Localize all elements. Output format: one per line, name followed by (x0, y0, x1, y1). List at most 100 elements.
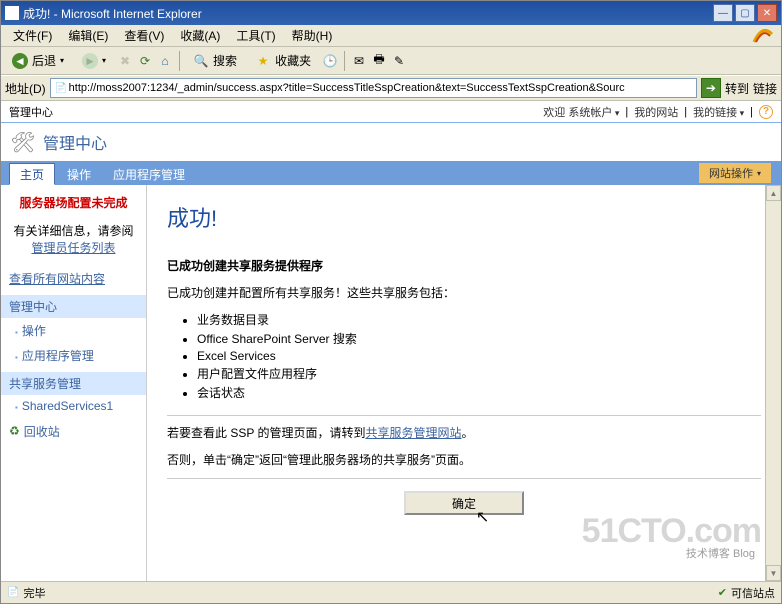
separator (344, 51, 345, 71)
ok-label: 确定 (452, 495, 476, 512)
star-icon: ★ (255, 53, 271, 69)
stop-icon[interactable]: ✖ (117, 53, 133, 69)
edit-icon[interactable]: ✎ (391, 53, 407, 69)
url-text: http://moss2007:1234/_admin/success.aspx… (69, 82, 625, 94)
separator: | (750, 106, 753, 118)
scroll-up-icon[interactable]: ▲ (766, 185, 781, 201)
intro-paragraph: 已成功创建并配置所有共享服务！这些共享服务包括： (167, 284, 761, 301)
nav-operations[interactable]: 操作 (1, 318, 146, 343)
scroll-down-icon[interactable]: ▼ (766, 565, 781, 581)
ssp-link-paragraph: 若要查看此 SSP 的管理页面，请转到共享服务管理网站。 (167, 424, 761, 441)
nav-section-ssp: 共享服务管理 (1, 372, 146, 395)
nav-view-all[interactable]: 查看所有网站内容 (1, 266, 146, 291)
separator (179, 51, 180, 71)
list-item: Office SharePoint Server 搜索 (197, 330, 761, 347)
help-icon[interactable]: ? (759, 105, 773, 119)
list-item: 用户配置文件应用程序 (197, 365, 761, 382)
back-button[interactable]: ◄ 后退 ▾ (5, 50, 71, 72)
forward-button[interactable]: ► ▾ (75, 50, 113, 72)
status-text: 完毕 (23, 585, 45, 601)
list-item: 会话状态 (197, 384, 761, 401)
recycle-bin-link[interactable]: ♻ 回收站 (1, 417, 146, 446)
section-heading: 已成功创建共享服务提供程序 (167, 257, 761, 274)
address-bar: 地址(D) 📄 http://moss2007:1234/_admin/succ… (1, 75, 781, 101)
site-title[interactable]: 管理中心 (43, 130, 107, 154)
security-zone: ✔ 可信站点 (718, 585, 775, 601)
minimize-button[interactable]: — (713, 4, 733, 22)
page-viewport: 管理中心 欢迎 系统帐户 | 我的网站 | 我的链接 | ? 🛠 管理中心 主页… (1, 101, 781, 581)
favorites-button[interactable]: ★ 收藏夹 (248, 50, 318, 72)
menu-file[interactable]: 文件(F) (5, 25, 60, 46)
site-actions-menu[interactable]: 网站操作 ▾ (699, 163, 771, 183)
button-row: 确定 ↖ (167, 491, 761, 515)
home-icon[interactable]: ⌂ (157, 53, 173, 69)
close-button[interactable]: ✕ (757, 4, 777, 22)
recycle-icon: ♻ (9, 424, 20, 438)
recycle-label: 回收站 (24, 423, 60, 440)
divider (167, 478, 761, 479)
address-label: 地址(D) (5, 80, 46, 97)
go-icon: ➔ (706, 81, 716, 95)
search-icon: 🔍 (193, 53, 209, 69)
menu-tools[interactable]: 工具(T) (228, 25, 283, 46)
warning-subtext-pre: 有关详细信息，请参阅 (13, 224, 133, 238)
scroll-track[interactable] (766, 201, 781, 565)
back-label: 后退 (32, 52, 56, 69)
ok-button[interactable]: 确定 (404, 491, 524, 515)
menu-favorites[interactable]: 收藏(A) (172, 25, 228, 46)
window-title: 成功! - Microsoft Internet Explorer (23, 5, 713, 22)
nav-sharedservices1[interactable]: SharedServices1 (1, 395, 146, 417)
toolbar: ◄ 后退 ▾ ► ▾ ✖ ⟳ ⌂ 🔍 搜索 ★ 收藏夹 🕒 ✉ 🖶 ✎ (1, 47, 781, 75)
print-icon[interactable]: 🖶 (371, 53, 387, 69)
links-label[interactable]: 链接 (753, 80, 777, 97)
menu-edit[interactable]: 编辑(E) (60, 25, 116, 46)
tab-home[interactable]: 主页 (9, 163, 55, 185)
list-item: Excel Services (197, 349, 761, 363)
page-icon (5, 6, 19, 20)
mylinks-menu[interactable]: 我的链接 (693, 104, 744, 120)
zone-label: 可信站点 (731, 585, 775, 601)
menu-view[interactable]: 查看(V) (116, 25, 172, 46)
menu-bar: 文件(F) 编辑(E) 查看(V) 收藏(A) 工具(T) 帮助(H) (1, 25, 781, 47)
p2-pre: 若要查看此 SSP 的管理页面，请转到 (167, 426, 365, 440)
nav-section-admin: 管理中心 (1, 295, 146, 318)
farm-config-warning: 服务器场配置未完成 (1, 195, 146, 212)
site-actions-label: 网站操作 (709, 165, 753, 181)
search-label: 搜索 (213, 52, 237, 69)
refresh-icon[interactable]: ⟳ (137, 53, 153, 69)
zone-icon: ✔ (718, 586, 727, 599)
ssp-admin-link[interactable]: 共享服务管理网站 (365, 426, 461, 440)
list-item: 业务数据目录 (197, 311, 761, 328)
p2-suf: 。 (461, 426, 473, 440)
mysite-link[interactable]: 我的网站 (634, 104, 678, 120)
view-all-link[interactable]: 查看所有网站内容 (9, 272, 105, 286)
window-buttons: — ▢ ✕ (713, 4, 777, 22)
nav-app-management[interactable]: 应用程序管理 (1, 343, 146, 368)
services-list: 业务数据目录 Office SharePoint Server 搜索 Excel… (197, 311, 761, 401)
page-icon: 📄 (53, 80, 69, 96)
divider (167, 415, 761, 416)
ie-window: 成功! - Microsoft Internet Explorer — ▢ ✕ … (0, 0, 782, 604)
main-content: 成功! 已成功创建共享服务提供程序 已成功创建并配置所有共享服务！这些共享服务包… (147, 185, 781, 581)
status-bar: 📄 完毕 ✔ 可信站点 (1, 581, 781, 603)
menu-help[interactable]: 帮助(H) (284, 25, 341, 46)
title-bar: 成功! - Microsoft Internet Explorer — ▢ ✕ (1, 1, 781, 25)
search-button[interactable]: 🔍 搜索 (186, 50, 244, 72)
left-nav: 服务器场配置未完成 有关详细信息，请参阅管理员任务列表 查看所有网站内容 管理中… (1, 185, 147, 581)
maximize-button[interactable]: ▢ (735, 4, 755, 22)
admin-tasks-link[interactable]: 管理员任务列表 (31, 241, 115, 255)
tab-operations[interactable]: 操作 (57, 163, 101, 185)
return-paragraph: 否则，单击“确定”返回“管理此服务器场的共享服务”页面。 (167, 451, 761, 468)
back-icon: ◄ (12, 53, 28, 69)
tab-app-management[interactable]: 应用程序管理 (103, 163, 195, 185)
address-input[interactable]: 📄 http://moss2007:1234/_admin/success.as… (50, 78, 697, 98)
breadcrumb[interactable]: 管理中心 (9, 104, 53, 120)
go-button[interactable]: ➔ (701, 78, 721, 98)
welcome-menu[interactable]: 欢迎 系统帐户 (543, 104, 619, 120)
history-icon[interactable]: 🕒 (322, 53, 338, 69)
mail-icon[interactable]: ✉ (351, 53, 367, 69)
go-label[interactable]: 转到 (725, 80, 749, 97)
vertical-scrollbar[interactable]: ▲ ▼ (765, 185, 781, 581)
top-right-links: 欢迎 系统帐户 | 我的网站 | 我的链接 | ? (543, 104, 773, 120)
page-body: 服务器场配置未完成 有关详细信息，请参阅管理员任务列表 查看所有网站内容 管理中… (1, 185, 781, 581)
